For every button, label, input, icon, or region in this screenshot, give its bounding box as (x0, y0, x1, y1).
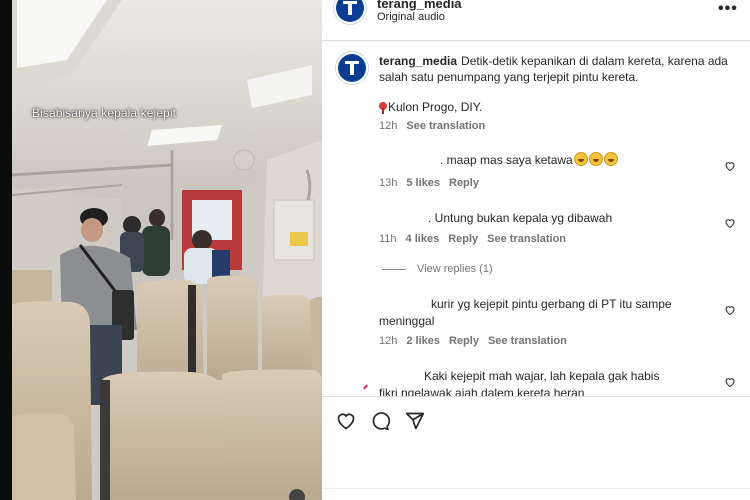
see-translation-link[interactable]: See translation (488, 335, 567, 347)
view-replies-line (382, 269, 406, 270)
share-icon[interactable] (405, 411, 425, 431)
panel-bottom-edge (322, 488, 750, 500)
laughing-emoji-icon (588, 152, 603, 166)
laughing-emoji-icon (603, 152, 618, 166)
reel-video[interactable]: Bisabisanya kepala kejepit (12, 0, 322, 500)
avatar[interactable] (336, 0, 364, 22)
comment-icon[interactable] (370, 411, 390, 431)
comment-text: kurir yg kejepit pintu gerbang di PT itu… (379, 297, 672, 328)
more-horizontal-icon[interactable]: ••• (718, 0, 738, 18)
caption-time: 12h (379, 120, 398, 132)
comment-heart-icon[interactable] (724, 160, 736, 172)
post-header: terang_media Original audio ••• (322, 0, 750, 41)
comment-heart-icon[interactable] (724, 304, 736, 316)
location-pin-icon (379, 102, 387, 114)
comment-meta: 13h 5 likes Reply (379, 177, 479, 189)
laughing-emoji-icon (573, 152, 588, 166)
comment-heart-icon[interactable] (724, 376, 736, 388)
post-action-bar (322, 396, 750, 500)
left-edge (0, 0, 12, 500)
post-caption: terang_media Detik-detik kepanikan di dal… (379, 53, 729, 85)
caption-meta: 12h See translation (379, 120, 494, 132)
original-audio-link[interactable]: Original audio (377, 11, 445, 23)
comment-avatar-fragment (363, 384, 368, 390)
reply-button[interactable]: Reply (448, 233, 478, 245)
comment-heart-icon[interactable] (724, 217, 736, 229)
train-interior-scene (12, 0, 322, 500)
see-translation-link[interactable]: See translation (406, 120, 485, 132)
heart-icon[interactable] (336, 411, 356, 431)
comment-meta: 12h 2 likes Reply See translation (379, 335, 567, 347)
comment-text: . Untung bukan kepala yg dibawah (428, 211, 613, 225)
location-text: Kulon Progo, DIY. (388, 100, 483, 114)
caption-username[interactable]: terang_media (379, 54, 457, 68)
see-translation-link[interactable]: See translation (487, 233, 566, 245)
comment-meta: 11h 4 likes Reply See translation (379, 233, 567, 245)
reply-button[interactable]: Reply (449, 335, 479, 347)
video-caption-overlay: Bisabisanya kepala kejepit (32, 106, 177, 120)
caption-location: Kulon Progo, DIY. (379, 100, 483, 114)
comment-text: . maap mas saya ketawa (440, 152, 618, 169)
header-username[interactable]: terang_media (377, 0, 462, 11)
post-sidebar: terang_media Original audio ••• terang_m… (322, 0, 750, 500)
view-replies-button[interactable]: View replies (1) (417, 263, 493, 275)
reply-button[interactable]: Reply (449, 177, 479, 189)
caption-avatar[interactable] (338, 54, 366, 82)
